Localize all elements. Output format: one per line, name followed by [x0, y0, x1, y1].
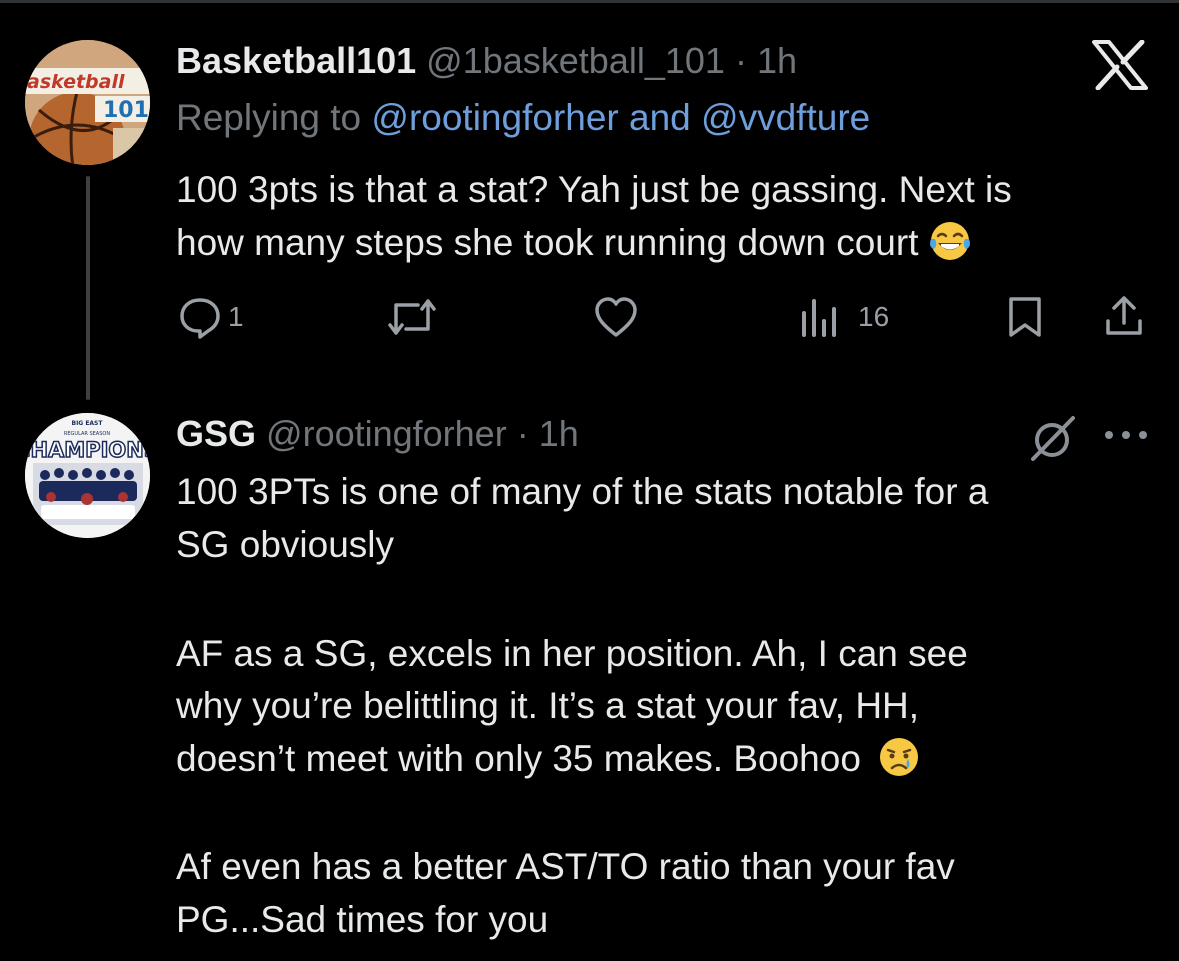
- bookmark-button[interactable]: [1005, 295, 1045, 339]
- tweet1-header: Basketball101 @1basketball_101 · 1h: [176, 40, 797, 82]
- tweet2-text-line: Af even has a better AST/TO ratio than y…: [176, 846, 955, 887]
- share-button[interactable]: [1102, 293, 1146, 339]
- reply-button[interactable]: 1: [178, 295, 244, 339]
- reply-count: 1: [228, 301, 244, 332]
- tweet2-text-line: 100 3PTs is one of many of the stats not…: [176, 471, 989, 512]
- tweet2-header: GSG @rootingforher · 1h: [176, 413, 579, 455]
- tweet2-text-line: PG...Sad times for you: [176, 899, 549, 940]
- x-logo-icon[interactable]: [1092, 40, 1148, 90]
- views-count: 16: [858, 301, 890, 332]
- tweet1-display-name[interactable]: Basketball101: [176, 40, 416, 81]
- tweet2-display-name[interactable]: GSG: [176, 413, 256, 454]
- reply-mention-2[interactable]: @vvdfture: [701, 97, 870, 138]
- grok-icon[interactable]: [1027, 412, 1079, 464]
- tweet1-text-line: 100 3pts is that a stat? Yah just be gas…: [176, 169, 1012, 210]
- svg-text:BIG EAST: BIG EAST: [72, 420, 104, 427]
- tweet2-text-line: why you’re belittling it. It’s a stat yo…: [176, 685, 920, 726]
- replying-to: Replying to @rootingforher and @vvdfture: [176, 96, 870, 140]
- more-options-icon[interactable]: [1102, 425, 1150, 445]
- tweet1-handle[interactable]: @1basketball_101: [426, 40, 725, 81]
- reply-and: and: [629, 97, 691, 138]
- reply-mention-1[interactable]: @rootingforher: [371, 97, 618, 138]
- top-divider: [0, 0, 1179, 3]
- reply-icon: [180, 298, 220, 339]
- tweet1-action-bar: 1 16: [0, 287, 1179, 347]
- tweet1-text-line-with-emoji: how many steps she took running down cou…: [176, 216, 972, 269]
- gsg-avatar[interactable]: BIG EAST REGULAR SEASON CHAMPIONS: [25, 413, 150, 538]
- tweet1-time[interactable]: 1h: [757, 40, 797, 81]
- share-icon: [1106, 296, 1142, 335]
- svg-text:CHAMPIONS: CHAMPIONS: [25, 438, 150, 462]
- heart-icon: [595, 297, 637, 337]
- repost-icon: [388, 299, 436, 335]
- tweet2-time[interactable]: 1h: [539, 413, 579, 454]
- tweet2-text-line: SG obviously: [176, 524, 394, 565]
- svg-text:101: 101: [103, 98, 149, 123]
- like-button[interactable]: [593, 295, 639, 339]
- replying-prefix: Replying to: [176, 97, 362, 138]
- svg-text:asketball: asketball: [27, 71, 125, 93]
- views-button[interactable]: 16: [800, 295, 889, 339]
- tweet2-handle[interactable]: @rootingforher: [266, 413, 507, 454]
- tweet2-text-line-with-emoji: doesn’t meet with only 35 makes. Boohoo: [176, 732, 921, 785]
- tweet2-separator: ·: [516, 413, 529, 454]
- tweet2-text-line: AF as a SG, excels in her position. Ah, …: [176, 633, 968, 674]
- tweet1-text: how many steps she took running down cou…: [176, 222, 919, 263]
- laughing-tears-emoji-icon: [930, 222, 971, 260]
- basketball101-avatar[interactable]: asketball 101: [25, 40, 150, 165]
- bookmark-icon: [1009, 297, 1041, 337]
- tweet1-separator: ·: [734, 40, 747, 81]
- tweet2-text: doesn’t meet with only 35 makes. Boohoo: [176, 738, 861, 779]
- repost-button[interactable]: [386, 295, 438, 339]
- views-chart-icon: [802, 299, 836, 337]
- crying-face-emoji-icon: [879, 738, 918, 776]
- svg-text:REGULAR SEASON: REGULAR SEASON: [64, 431, 110, 437]
